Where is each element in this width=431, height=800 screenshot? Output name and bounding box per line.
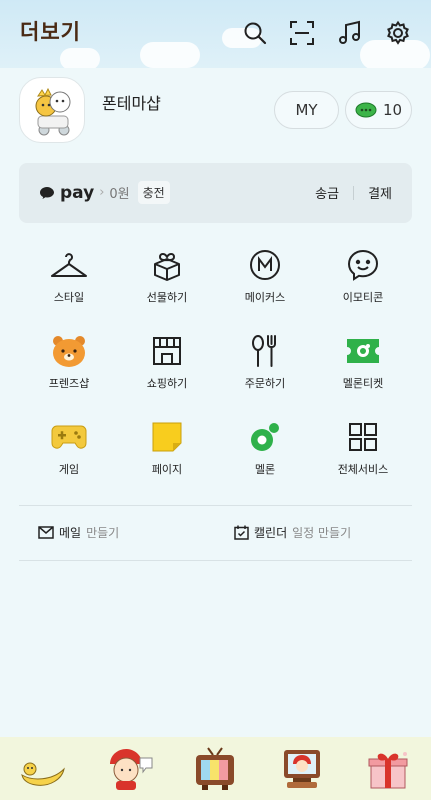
shopping-icon (147, 331, 187, 371)
tab-shopping[interactable] (276, 743, 328, 795)
section-divider (19, 505, 412, 506)
top-bar: 더보기 (0, 0, 431, 68)
service-label: 게임 (58, 463, 80, 476)
service-makers[interactable]: 메이커스 (216, 245, 314, 331)
pay-divider (353, 185, 355, 200)
service-label: 주문하기 (244, 377, 286, 390)
service-label: 이모티콘 (342, 291, 384, 304)
service-friends-shop[interactable]: 프렌즈샵 (20, 331, 118, 417)
mail-action: 만들기 (86, 526, 120, 540)
service-label: 프렌즈샵 (48, 377, 90, 390)
scan-icon[interactable] (289, 20, 315, 46)
calendar-create-link[interactable]: 캘린더 일정 만들기 (234, 524, 351, 541)
tab-friends[interactable] (17, 743, 69, 795)
service-gift[interactable]: 선물하기 (118, 245, 216, 331)
banana-character-icon (21, 762, 65, 786)
page-title: 더보기 (20, 20, 81, 44)
gear-icon[interactable] (385, 20, 411, 46)
speech-bubble-icon (39, 186, 55, 200)
pay-balance-area[interactable]: pay › 0원 충전 (39, 181, 170, 204)
calendar-label: 캘린더 (254, 526, 288, 540)
service-label: 멜론 (254, 463, 276, 476)
charge-button[interactable]: 충전 (137, 181, 170, 204)
my-button-label: MY (295, 101, 318, 119)
ticket-icon (343, 331, 383, 371)
bottom-tab-bar (0, 737, 431, 800)
service-all[interactable]: 전체서비스 (314, 417, 412, 503)
service-grid: 스타일 선물하기 메이커스 이모티콘 프렌즈샵 쇼핑하기 주문하기 멜론티켓 게… (20, 245, 412, 503)
calendar-action: 일정 만들기 (292, 526, 352, 540)
service-label: 쇼핑하기 (146, 377, 188, 390)
mail-icon (38, 526, 54, 539)
search-icon[interactable] (242, 20, 268, 46)
service-melon[interactable]: 멜론 (216, 417, 314, 503)
section-divider (19, 560, 412, 561)
page-icon (147, 417, 187, 457)
coin-button[interactable]: 10 (345, 91, 412, 129)
service-label: 멜론티켓 (342, 377, 384, 390)
tab-view[interactable] (189, 743, 241, 795)
service-style[interactable]: 스타일 (20, 245, 118, 331)
service-label: 선물하기 (146, 291, 188, 304)
coin-count: 10 (382, 101, 403, 119)
gift-box-icon (368, 751, 408, 788)
talk-coin-icon (355, 102, 377, 118)
service-label: 메이커스 (244, 291, 286, 304)
hanger-icon (49, 245, 89, 285)
profile-name[interactable]: 폰테마샵 (102, 90, 161, 114)
order-icon (245, 331, 285, 371)
avatar[interactable] (19, 77, 85, 143)
chevron-right-icon: › (99, 185, 105, 200)
mail-create-link[interactable]: 메일 만들기 (38, 524, 119, 541)
makers-icon (245, 245, 285, 285)
cloud-decoration (60, 48, 100, 68)
chat-character-icon (110, 748, 153, 790)
service-shopping[interactable]: 쇼핑하기 (118, 331, 216, 417)
cloud-decoration (140, 42, 200, 68)
calendar-icon (234, 525, 249, 540)
music-icon[interactable] (337, 20, 363, 46)
my-button[interactable]: MY (274, 91, 339, 129)
melon-icon (245, 417, 285, 457)
service-order[interactable]: 주문하기 (216, 331, 314, 417)
tv-icon (196, 746, 235, 790)
avatar-illustration-icon (35, 87, 71, 136)
mail-label: 메일 (59, 526, 82, 540)
pay-box: pay › 0원 충전 송금 결제 (19, 163, 412, 223)
service-page[interactable]: 페이지 (118, 417, 216, 503)
emoticon-icon (343, 245, 383, 285)
service-label: 전체서비스 (337, 463, 389, 476)
pay-balance: 0원 (109, 187, 130, 202)
payment-button[interactable]: 결제 (368, 183, 392, 202)
gift-icon (147, 245, 187, 285)
service-melon-ticket[interactable]: 멜론티켓 (314, 331, 412, 417)
service-emoticon[interactable]: 이모티콘 (314, 245, 412, 331)
tab-chats[interactable] (103, 743, 155, 795)
tab-more[interactable] (362, 743, 414, 795)
service-label: 스타일 (53, 291, 85, 304)
computer-character-icon (283, 749, 320, 788)
pay-brand: pay (60, 182, 95, 203)
all-services-icon (343, 417, 383, 457)
service-label: 페이지 (151, 463, 183, 476)
service-game[interactable]: 게임 (20, 417, 118, 503)
gamepad-icon (49, 417, 89, 457)
friends-shop-icon (49, 331, 89, 371)
send-money-button[interactable]: 송금 (315, 183, 339, 202)
pay-actions: 송금 결제 (315, 183, 392, 202)
